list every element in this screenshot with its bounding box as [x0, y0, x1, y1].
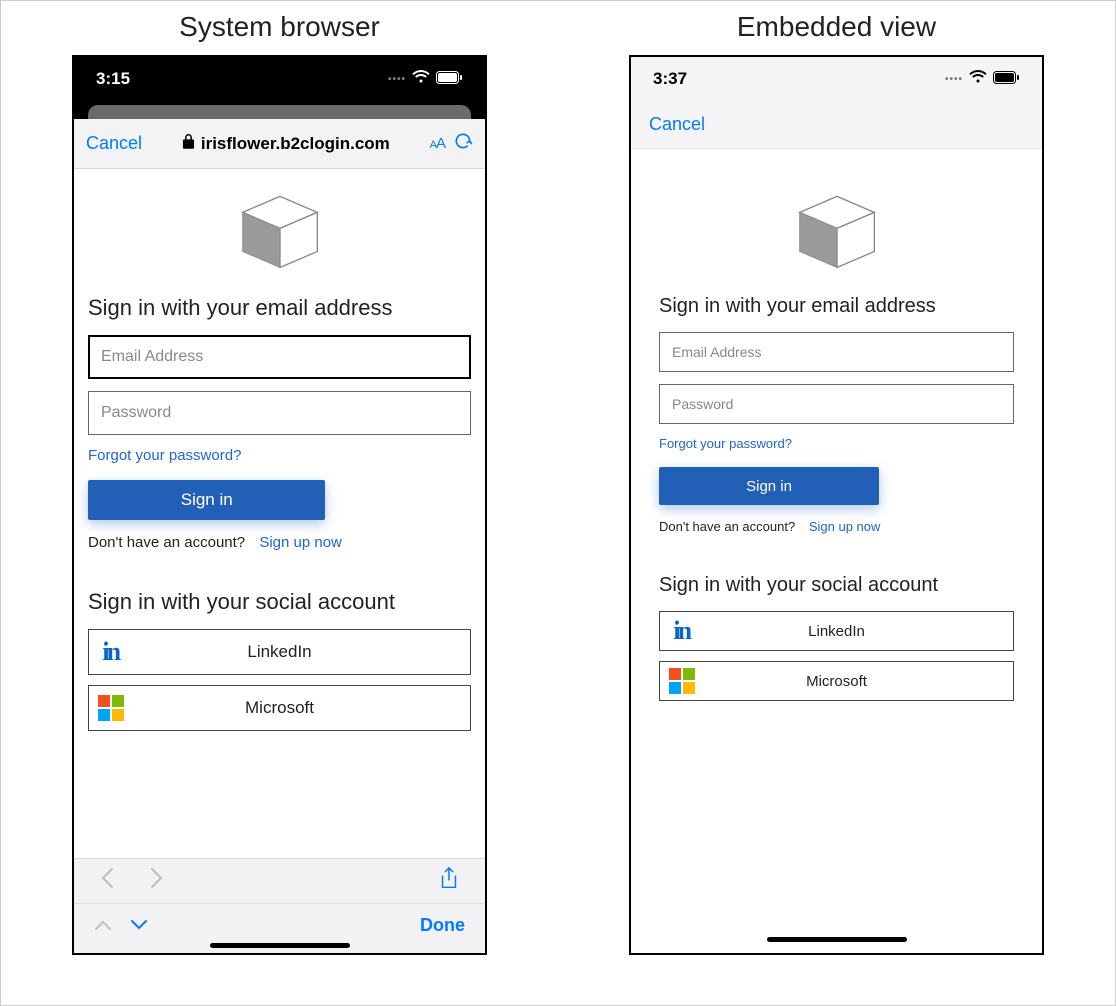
signup-link[interactable]: Sign up now	[259, 534, 342, 551]
signin-content: Sign in with your email address Forgot y…	[74, 169, 485, 858]
reload-button[interactable]	[453, 131, 473, 156]
cellular-dots-icon: ••••	[388, 74, 406, 85]
signup-row: Don't have an account? Sign up now	[88, 534, 471, 551]
find-prev-button[interactable]	[94, 914, 112, 937]
social-heading: Sign in with your social account	[659, 574, 1014, 597]
safari-address-bar: Cancel irisflower.b2clogin.com AA	[74, 119, 485, 169]
phone-frame-embedded: 3:37 •••• Cancel	[629, 55, 1044, 955]
linkedin-label: LinkedIn	[133, 642, 470, 662]
lock-icon	[182, 134, 195, 154]
linkedin-icon: in	[89, 639, 133, 665]
forward-button[interactable]	[150, 867, 164, 896]
signup-row: Don't have an account? Sign up now	[659, 519, 1014, 534]
microsoft-icon	[660, 668, 704, 694]
microsoft-icon	[89, 695, 133, 721]
forgot-password-link[interactable]: Forgot your password?	[88, 447, 471, 464]
home-indicator	[631, 925, 1042, 953]
email-input[interactable]	[659, 332, 1014, 372]
microsoft-label: Microsoft	[133, 698, 470, 718]
wifi-icon	[412, 69, 430, 89]
find-next-button[interactable]	[130, 914, 148, 937]
column-title-left: System browser	[179, 11, 380, 43]
text-size-button[interactable]: AA	[430, 135, 445, 152]
password-input[interactable]	[88, 391, 471, 435]
cancel-button[interactable]: Cancel	[649, 114, 705, 135]
app-logo	[88, 191, 471, 271]
forgot-password-link[interactable]: Forgot your password?	[659, 436, 1014, 451]
password-input[interactable]	[659, 384, 1014, 424]
cancel-button[interactable]: Cancel	[86, 133, 142, 154]
signin-button[interactable]: Sign in	[88, 480, 325, 520]
signup-link[interactable]: Sign up now	[809, 519, 881, 534]
social-heading: Sign in with your social account	[88, 589, 471, 615]
microsoft-label: Microsoft	[704, 673, 1013, 690]
battery-icon	[436, 69, 463, 89]
back-button[interactable]	[100, 867, 114, 896]
no-account-text: Don't have an account?	[88, 534, 245, 551]
status-bar: 3:37 ••••	[631, 57, 1042, 101]
done-button[interactable]: Done	[420, 915, 465, 936]
microsoft-button[interactable]: Microsoft	[88, 685, 471, 731]
status-time: 3:15	[96, 69, 130, 89]
email-input[interactable]	[88, 335, 471, 379]
status-time: 3:37	[653, 69, 687, 89]
share-button[interactable]	[439, 867, 459, 896]
home-indicator	[74, 937, 485, 953]
wifi-icon	[969, 69, 987, 89]
safari-bottom-toolbar: Done	[74, 858, 485, 953]
column-title-right: Embedded view	[737, 11, 936, 43]
no-account-text: Don't have an account?	[659, 519, 795, 534]
status-bar: 3:15 ••••	[74, 57, 485, 101]
signin-heading: Sign in with your email address	[88, 295, 471, 321]
cellular-dots-icon: ••••	[945, 74, 963, 85]
linkedin-button[interactable]: in LinkedIn	[88, 629, 471, 675]
url-domain[interactable]: irisflower.b2clogin.com	[201, 134, 390, 154]
signin-content: Sign in with your email address Forgot y…	[631, 149, 1042, 925]
linkedin-label: LinkedIn	[704, 623, 1013, 640]
embedded-nav-bar: Cancel	[631, 101, 1042, 149]
signin-button[interactable]: Sign in	[659, 467, 879, 505]
signin-heading: Sign in with your email address	[659, 295, 1014, 318]
app-logo	[659, 191, 1014, 271]
safari-tab-chrome	[74, 101, 485, 119]
microsoft-button[interactable]: Microsoft	[659, 661, 1014, 701]
battery-icon	[993, 69, 1020, 89]
linkedin-icon: in	[660, 618, 704, 644]
linkedin-button[interactable]: in LinkedIn	[659, 611, 1014, 651]
phone-frame-system-browser: 3:15 •••• Cancel	[72, 55, 487, 955]
